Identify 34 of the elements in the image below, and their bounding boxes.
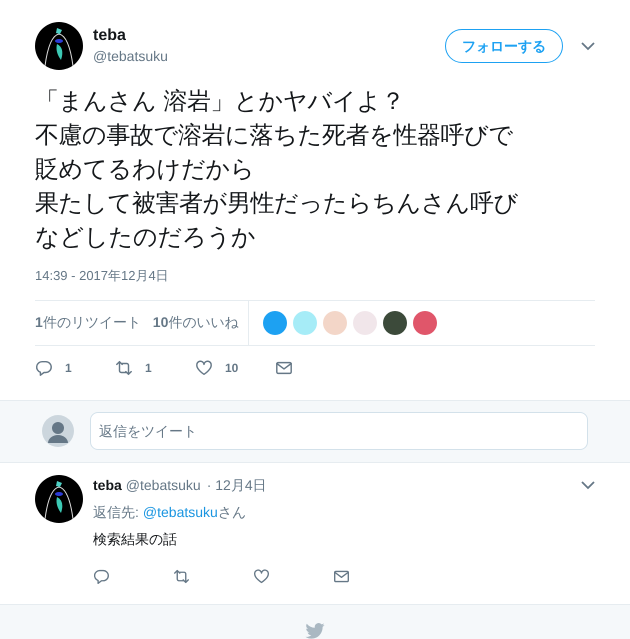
heart-icon[interactable] <box>195 358 213 376</box>
tweet-text-line: 果たして被害者が男性だったらちんさん呼び <box>35 188 519 219</box>
liker-avatar[interactable] <box>383 310 408 334</box>
reply-text: 検索結果の話 <box>93 530 178 549</box>
user-name[interactable]: teba <box>93 475 122 496</box>
user-handle[interactable]: @tebatsuku <box>93 46 168 66</box>
stat-count[interactable]: 10件のいいね <box>152 312 238 333</box>
default-avatar-icon <box>42 415 74 448</box>
tweet-text-line: などしたのだろうか <box>35 222 256 253</box>
chevron-down-icon[interactable] <box>581 42 595 50</box>
retweet-icon[interactable] <box>173 568 190 584</box>
retweet-icon[interactable] <box>115 358 133 376</box>
reply-to-label: 返信先: <box>93 503 139 522</box>
action-count: 1 <box>145 360 152 376</box>
tweet-text-line: 不慮の事故で溶岩に落ちた死者を性器呼びで <box>35 120 514 151</box>
reply-field[interactable]: 返信をツイート <box>90 412 588 450</box>
action-count: 10 <box>225 360 238 376</box>
user-name[interactable]: teba <box>93 26 168 46</box>
tweet-text-line: 「まんさん 溶岩」とかヤバイよ？ <box>35 86 406 117</box>
chevron-down-icon[interactable] <box>581 481 595 490</box>
action-count: 1 <box>65 360 72 376</box>
reply-icon[interactable] <box>93 568 110 584</box>
stat-count[interactable]: 1件のリツイート <box>35 312 141 333</box>
tweet-text-line: 貶めてるわけだから <box>35 154 256 185</box>
reply-icon[interactable] <box>35 358 53 376</box>
tweet-date[interactable]: · 12月4日 <box>206 475 267 496</box>
heart-icon[interactable] <box>253 568 270 584</box>
honorific-suffix: さん <box>218 503 246 522</box>
follow-button[interactable]: フォローする <box>445 29 563 63</box>
timestamp[interactable]: 14:39 - 2017年12月4日 <box>35 266 595 286</box>
mention-link[interactable]: @tebatsuku <box>142 502 218 523</box>
envelope-icon[interactable] <box>333 568 350 584</box>
bird-icon <box>305 623 325 639</box>
user-handle[interactable]: @tebatsuku <box>126 475 201 496</box>
